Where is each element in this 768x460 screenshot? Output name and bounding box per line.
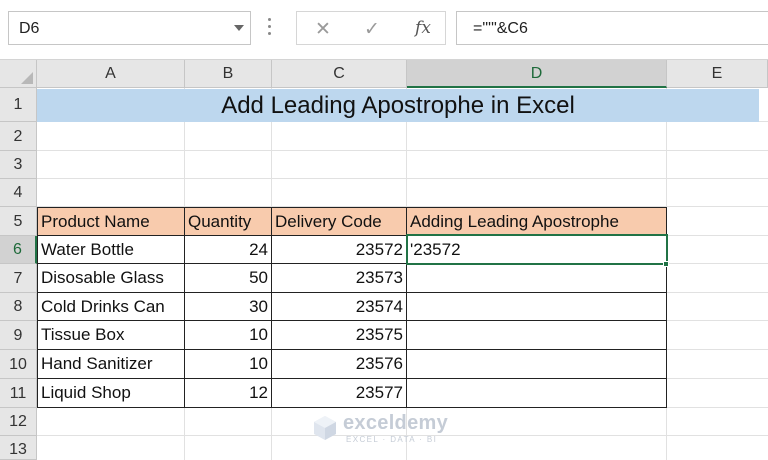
header-delivery-code[interactable]: Delivery Code xyxy=(272,208,407,236)
table-cell-result[interactable] xyxy=(407,293,667,321)
row-header-10[interactable]: 10 xyxy=(0,350,37,379)
gridline xyxy=(37,178,768,179)
formula-text: ="'"&C6 xyxy=(473,20,528,37)
header-product-name[interactable]: Product Name xyxy=(38,208,185,236)
row-header-3[interactable]: 3 xyxy=(0,151,37,179)
table-cell-result[interactable] xyxy=(407,321,667,350)
table-cell-product[interactable]: Liquid Shop xyxy=(38,379,185,408)
cancel-formula-button[interactable]: ✕ xyxy=(309,18,337,41)
exceldemy-logo-icon xyxy=(314,416,336,440)
header-adding-leading-apostrophe[interactable]: Adding Leading Apostrophe xyxy=(407,208,667,236)
column-header-c[interactable]: C xyxy=(272,60,407,88)
table-cell-quantity[interactable]: 50 xyxy=(185,264,272,293)
row-header-7[interactable]: 7 xyxy=(0,264,37,293)
table-cell-result[interactable] xyxy=(407,350,667,379)
row-header-13[interactable]: 13 xyxy=(0,436,37,460)
worksheet-grid[interactable]: A B C D E 1 2 3 4 5 6 7 8 9 10 11 12 13 … xyxy=(0,60,768,460)
row-header-5[interactable]: 5 xyxy=(0,207,37,236)
formula-bar-grip-icon[interactable] xyxy=(268,18,272,38)
sheet-title[interactable]: Add Leading Apostrophe in Excel xyxy=(37,89,759,122)
table-cell-code[interactable]: 23572 xyxy=(272,236,407,264)
active-cell-selection[interactable] xyxy=(406,234,668,265)
table-cell-quantity[interactable]: 30 xyxy=(185,293,272,321)
watermark-tagline: EXCEL · DATA · BI xyxy=(346,435,438,444)
table-cell-code[interactable]: 23574 xyxy=(272,293,407,321)
column-header-e[interactable]: E xyxy=(667,60,768,88)
table-cell-product[interactable]: Hand Sanitizer xyxy=(38,350,185,379)
table-cell-quantity[interactable]: 10 xyxy=(185,321,272,350)
gridline xyxy=(37,150,768,151)
name-box[interactable]: D6 xyxy=(8,11,251,45)
table-cell-product[interactable]: Disosable Glass xyxy=(38,264,185,293)
row-header-8[interactable]: 8 xyxy=(0,293,37,321)
row-header-12[interactable]: 12 xyxy=(0,408,37,436)
table-cell-code[interactable]: 23575 xyxy=(272,321,407,350)
name-box-value: D6 xyxy=(19,20,40,37)
row-header-1[interactable]: 1 xyxy=(0,88,37,122)
select-all-button[interactable] xyxy=(0,60,37,88)
table-cell-product[interactable]: Water Bottle xyxy=(38,236,185,264)
table-cell-quantity[interactable]: 24 xyxy=(185,236,272,264)
column-header-d[interactable]: D xyxy=(407,60,667,88)
table-cell-code[interactable]: 23576 xyxy=(272,350,407,379)
table-cell-result[interactable] xyxy=(407,264,667,293)
table-cell-quantity[interactable]: 12 xyxy=(185,379,272,408)
name-box-dropdown-icon[interactable] xyxy=(234,25,244,31)
watermark-name: exceldemy xyxy=(343,412,448,434)
row-header-9[interactable]: 9 xyxy=(0,321,37,350)
column-header-a[interactable]: A xyxy=(37,60,185,88)
insert-function-button[interactable]: fx xyxy=(409,18,437,38)
formula-input[interactable]: ="'"&C6 xyxy=(456,11,768,45)
row-header-2[interactable]: 2 xyxy=(0,122,37,151)
table-cell-quantity[interactable]: 10 xyxy=(185,350,272,379)
column-header-b[interactable]: B xyxy=(185,60,272,88)
formula-buttons: ✕ ✓ fx xyxy=(296,11,446,45)
header-quantity[interactable]: Quantity xyxy=(185,208,272,236)
exceldemy-watermark: exceldemy EXCEL · DATA · BI xyxy=(313,412,463,448)
row-header-4[interactable]: 4 xyxy=(0,179,37,207)
enter-formula-button[interactable]: ✓ xyxy=(358,18,386,41)
table-cell-product[interactable]: Cold Drinks Can xyxy=(38,293,185,321)
table-cell-product[interactable]: Tissue Box xyxy=(38,321,185,350)
fill-handle[interactable] xyxy=(663,261,669,267)
row-header-6[interactable]: 6 xyxy=(0,236,37,264)
row-header-11[interactable]: 11 xyxy=(0,379,37,408)
table-cell-result[interactable] xyxy=(407,379,667,408)
table-cell-code[interactable]: 23573 xyxy=(272,264,407,293)
formula-bar-area: D6 ✕ ✓ fx ="'"&C6 xyxy=(0,0,768,60)
table-cell-code[interactable]: 23577 xyxy=(272,379,407,408)
